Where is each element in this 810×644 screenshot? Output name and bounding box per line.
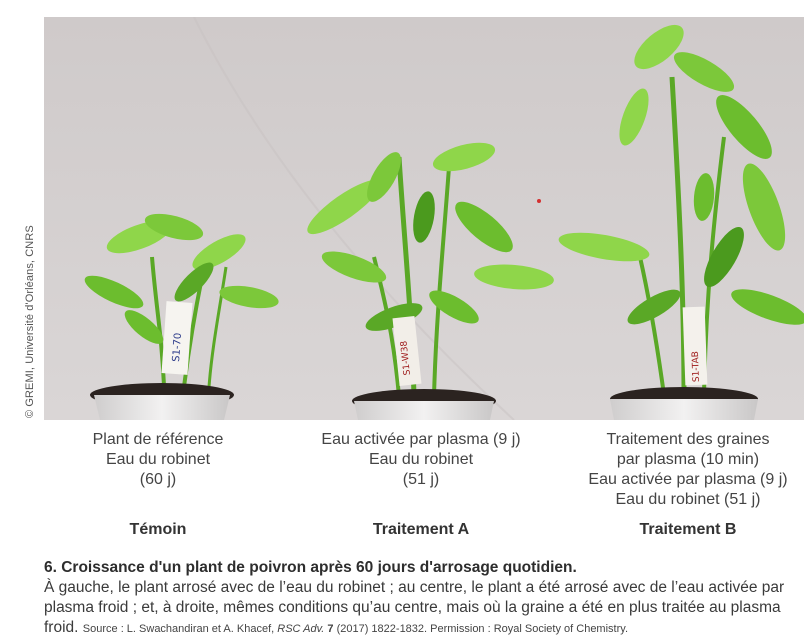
plant3-tag: S1-TAB bbox=[691, 351, 702, 382]
figure-caption: 6. Croissance d'un plant de poivron aprè… bbox=[44, 558, 806, 639]
plant1-tag: S1-70 bbox=[171, 332, 184, 362]
photo-credit: © GREMI, Université d'Orléans, CNRS bbox=[24, 225, 36, 418]
column-line: Plant de référence bbox=[92, 431, 224, 448]
source-prefix: Source : L. Swachandiran et A. Khacef, bbox=[82, 623, 275, 635]
column-line: Eau activée par plasma (9 j) bbox=[588, 471, 788, 488]
column-line: Eau du robinet bbox=[368, 451, 474, 468]
column-line: (60 j) bbox=[139, 471, 177, 488]
plant-photo: S1-70 S1-W38 S1-TAB bbox=[44, 17, 804, 420]
column-traitement-b: Traitement des graines par plasma (10 mi… bbox=[568, 430, 808, 540]
source-volume: 7 bbox=[327, 623, 334, 635]
caption-title: 6. Croissance d'un plant de poivron aprè… bbox=[44, 559, 577, 576]
caption-source: Source : L. Swachandiran et A. Khacef, R… bbox=[83, 623, 628, 635]
column-line: par plasma (10 min) bbox=[616, 451, 760, 468]
source-suffix: (2017) 1822-1832. Permission : Royal Soc… bbox=[336, 623, 629, 635]
column-traitement-a: Eau activée par plasma (9 j) Eau du robi… bbox=[301, 430, 541, 540]
column-line: Eau activée par plasma (9 j) bbox=[321, 431, 521, 448]
column-label: Traitement A bbox=[372, 521, 470, 538]
column-line: (51 j) bbox=[402, 471, 440, 488]
column-line: Eau du robinet (51 j) bbox=[615, 491, 761, 508]
column-line: Eau du robinet bbox=[105, 451, 211, 468]
column-label: Témoin bbox=[129, 521, 187, 538]
source-journal: RSC Adv. bbox=[277, 623, 325, 635]
column-temoin: Plant de référence Eau du robinet (60 j)… bbox=[38, 430, 278, 540]
column-label: Traitement B bbox=[639, 521, 737, 538]
column-line: Traitement des graines bbox=[606, 431, 770, 448]
